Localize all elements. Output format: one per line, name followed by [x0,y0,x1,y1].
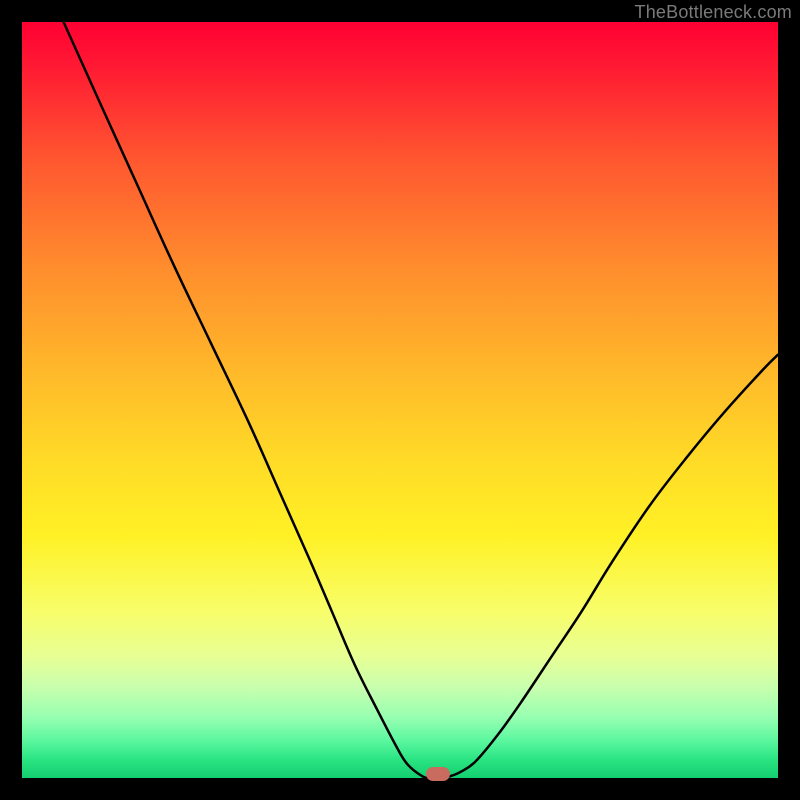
plot-area [22,22,778,778]
curve-svg [22,22,778,778]
optimum-marker [426,767,450,781]
chart-frame: TheBottleneck.com [0,0,800,800]
bottleneck-curve [64,22,778,778]
watermark: TheBottleneck.com [635,2,792,23]
